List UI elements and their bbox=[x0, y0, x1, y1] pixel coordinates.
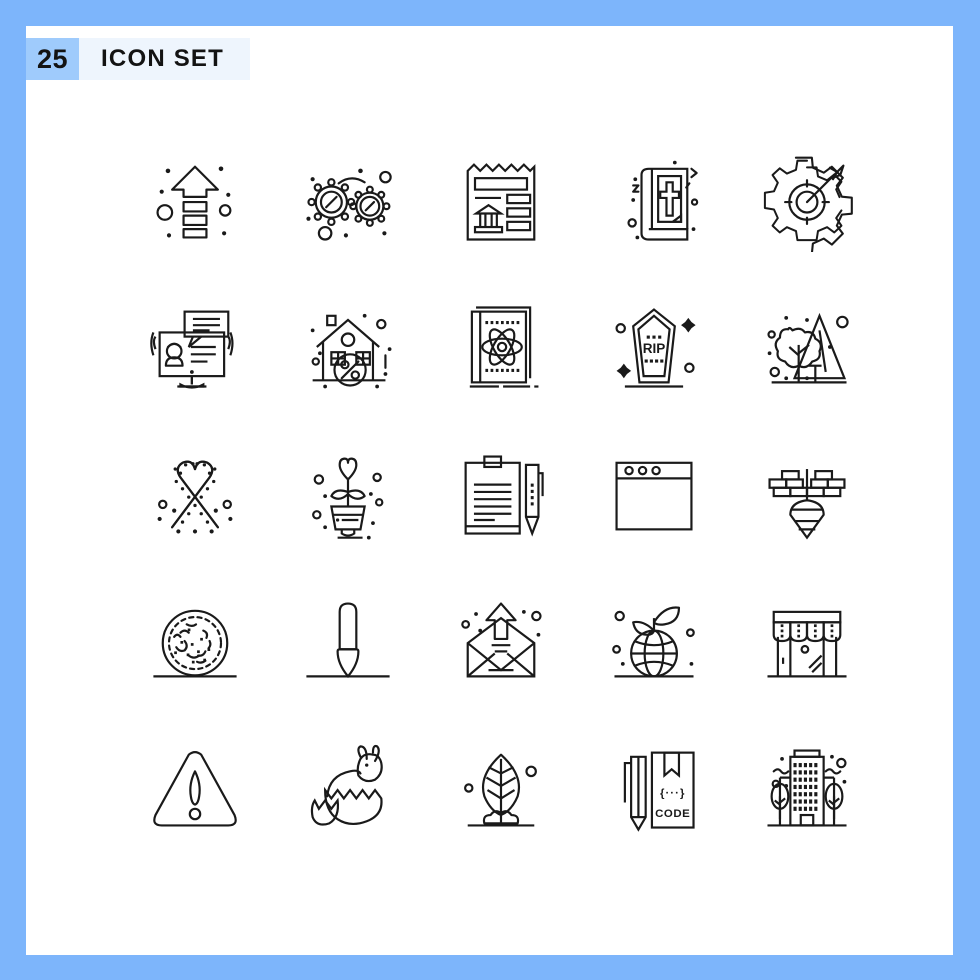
icon-cell-bible[interactable] bbox=[581, 126, 727, 273]
page-root: 25 ICON SET RIP {···} CODE bbox=[0, 0, 980, 980]
icon-cell-easter-bunny[interactable] bbox=[275, 714, 421, 861]
shop-storefront-icon bbox=[767, 610, 847, 677]
gear-target-arrow-icon bbox=[763, 156, 853, 252]
coffin-rip-icon: RIP bbox=[615, 307, 696, 388]
header-bar: 25 ICON SET bbox=[26, 38, 250, 80]
bible-book-icon bbox=[627, 160, 699, 241]
icon-cell-house-discount[interactable] bbox=[275, 273, 421, 420]
icon-cell-gears[interactable] bbox=[275, 126, 421, 273]
send-email-icon bbox=[461, 601, 542, 677]
gears-settings-icon bbox=[306, 168, 392, 241]
coffin-rip-label: RIP bbox=[643, 341, 666, 356]
icon-cell-shop[interactable] bbox=[734, 567, 880, 714]
icon-cell-gear-target[interactable] bbox=[734, 126, 880, 273]
eco-globe-icon bbox=[612, 605, 695, 677]
bank-receipt-icon bbox=[466, 162, 536, 241]
icon-cell-office-building[interactable] bbox=[734, 714, 880, 861]
icon-cell-browser-window[interactable] bbox=[581, 420, 727, 567]
icon-cell-eco-globe[interactable] bbox=[581, 567, 727, 714]
arrow-up-icon bbox=[156, 165, 232, 239]
icon-cell-code-book[interactable]: {···} CODE bbox=[581, 714, 727, 861]
icon-cell-bacteria[interactable] bbox=[122, 567, 268, 714]
clipboard-pen-icon bbox=[464, 454, 544, 537]
icon-cell-nature[interactable] bbox=[734, 273, 880, 420]
tree-mountain-icon bbox=[767, 312, 849, 383]
icon-cell-arrow-up[interactable] bbox=[122, 126, 268, 273]
icon-cell-coffin-rip[interactable]: RIP bbox=[581, 273, 727, 420]
icon-cell-clipboard[interactable] bbox=[428, 420, 574, 567]
icon-cell-bank-receipt[interactable] bbox=[428, 126, 574, 273]
icon-set-panel: 25 ICON SET RIP {···} CODE bbox=[26, 26, 953, 955]
code-brackets-label: {···} bbox=[660, 787, 686, 799]
icon-cell-science-book[interactable] bbox=[428, 273, 574, 420]
icon-cell-sprout[interactable] bbox=[428, 714, 574, 861]
icon-cell-plumb-bob[interactable] bbox=[734, 420, 880, 567]
page-title: ICON SET bbox=[101, 45, 224, 72]
paint-brush-icon bbox=[306, 601, 390, 678]
warning-triangle-icon bbox=[153, 750, 237, 827]
office-building-icon bbox=[767, 748, 847, 827]
icon-cell-paint-brush[interactable] bbox=[275, 567, 421, 714]
petri-dish-bacteria-icon bbox=[153, 609, 237, 677]
heart-plant-pot-icon bbox=[312, 457, 384, 540]
icon-cell-love-plant[interactable] bbox=[275, 420, 421, 567]
house-discount-icon bbox=[310, 313, 392, 388]
browser-window-icon bbox=[615, 461, 693, 530]
icon-cell-send-email[interactable] bbox=[428, 567, 574, 714]
easter-bunny-egg-icon bbox=[310, 744, 383, 826]
icon-grid: RIP {···} CODE bbox=[122, 126, 882, 861]
icon-cell-candy-canes[interactable] bbox=[122, 420, 268, 567]
science-book-atom-icon bbox=[469, 305, 539, 388]
icon-cell-online-support[interactable] bbox=[122, 273, 268, 420]
candy-canes-icon bbox=[157, 460, 233, 534]
video-chat-monitor-icon bbox=[150, 310, 234, 389]
icon-cell-warning[interactable] bbox=[122, 714, 268, 861]
plumb-bob-bricks-icon bbox=[768, 468, 846, 540]
code-book-label: CODE bbox=[655, 808, 690, 820]
icon-count-badge: 25 bbox=[26, 38, 80, 80]
leaf-sprout-icon bbox=[464, 753, 537, 827]
code-book-pencil-icon: {···} CODE bbox=[623, 751, 695, 832]
